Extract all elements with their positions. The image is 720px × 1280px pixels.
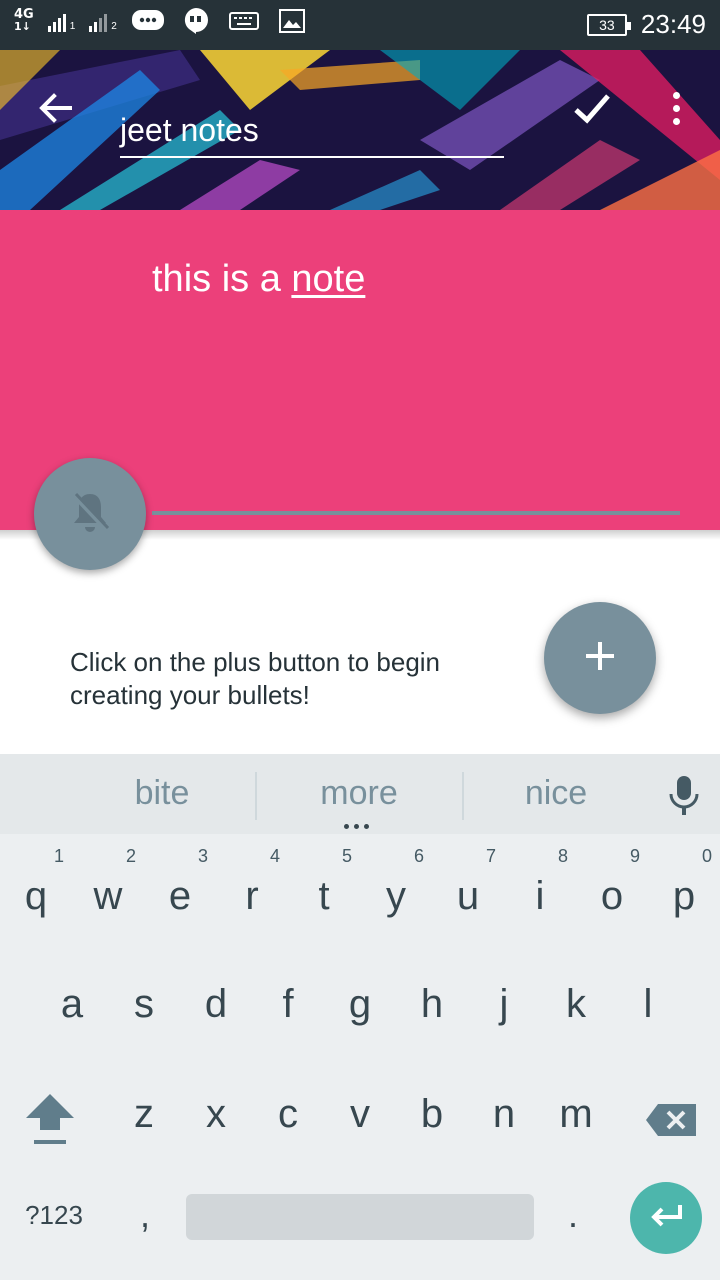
check-icon[interactable] xyxy=(570,86,614,130)
key-b[interactable]: b xyxy=(396,1062,468,1162)
note-text-plain: this is a xyxy=(152,258,292,300)
key-v[interactable]: v xyxy=(324,1062,396,1162)
key-s[interactable]: s xyxy=(108,952,180,1052)
status-right-icons: 33 23:49 xyxy=(586,9,706,40)
reminder-divider-line xyxy=(152,511,680,515)
shift-arrow-icon xyxy=(14,1094,86,1160)
signal-sim1-icon: 1 xyxy=(47,10,75,32)
status-clock: 23:49 xyxy=(640,9,706,39)
enter-arrow-icon xyxy=(646,1201,686,1236)
reminder-button[interactable] xyxy=(34,458,146,570)
key-h[interactable]: h xyxy=(396,952,468,1052)
key-m[interactable]: m xyxy=(540,1062,612,1162)
key-t[interactable]: 5t xyxy=(288,844,360,944)
key-y[interactable]: 6y xyxy=(360,844,432,944)
key-n[interactable]: n xyxy=(468,1062,540,1162)
comma-key[interactable]: , xyxy=(120,1194,170,1254)
more-suggestions-dots[interactable] xyxy=(344,824,369,829)
key-j[interactable]: j xyxy=(468,952,540,1052)
key-d[interactable]: d xyxy=(180,952,252,1052)
key-p[interactable]: 0p xyxy=(648,844,720,944)
enter-key[interactable] xyxy=(630,1182,702,1254)
key-k[interactable]: k xyxy=(540,952,612,1052)
key-q[interactable]: 1q xyxy=(0,844,72,944)
key-e[interactable]: 3e xyxy=(144,844,216,944)
key-c[interactable]: c xyxy=(252,1062,324,1162)
signal-sim2-icon: 2 xyxy=(89,10,117,32)
suggestion-divider xyxy=(462,772,464,820)
status-bar: 4G 1↓ 1 2 33 23:49 xyxy=(0,0,720,50)
image-icon xyxy=(275,8,309,34)
suggestion-1[interactable]: bite xyxy=(72,774,252,813)
key-x[interactable]: x xyxy=(180,1062,252,1162)
microphone-icon[interactable] xyxy=(662,774,706,818)
backspace-key[interactable] xyxy=(634,1084,706,1156)
notifications-off-icon xyxy=(70,490,110,539)
key-w[interactable]: 2w xyxy=(72,844,144,944)
battery-icon: 33 xyxy=(586,13,631,36)
shift-key[interactable] xyxy=(14,1084,86,1156)
suggestion-bar: bite more nice xyxy=(0,754,720,834)
soft-keyboard: bite more nice 1q 2w 3e 4r 5t 6y 7u 8i 9… xyxy=(0,754,720,1280)
note-title-input[interactable]: jeet notes xyxy=(120,108,504,158)
period-key[interactable]: . xyxy=(548,1194,598,1254)
more-vert-icon[interactable] xyxy=(660,86,692,130)
suggestion-divider xyxy=(255,772,257,820)
key-i[interactable]: 8i xyxy=(504,844,576,944)
key-o[interactable]: 9o xyxy=(576,844,648,944)
status-left-icons: 4G 1↓ 1 2 xyxy=(14,8,309,34)
key-g[interactable]: g xyxy=(324,952,396,1052)
hangouts-icon xyxy=(179,8,213,34)
key-u[interactable]: 7u xyxy=(432,844,504,944)
note-text[interactable]: this is a note xyxy=(152,258,365,301)
back-arrow-icon[interactable] xyxy=(34,86,78,130)
space-key[interactable] xyxy=(186,1194,534,1240)
chat-bubble-icon xyxy=(131,8,165,34)
suggestion-3[interactable]: nice xyxy=(466,774,646,813)
suggestion-2[interactable]: more xyxy=(269,774,449,813)
empty-state-message: Click on the plus button to begin creati… xyxy=(70,647,441,710)
key-f[interactable]: f xyxy=(252,952,324,1052)
network-type-indicator: 4G 1↓ xyxy=(14,7,34,33)
keyboard-icon xyxy=(227,8,261,34)
plus-icon xyxy=(583,639,617,678)
toolbar: jeet notes xyxy=(0,50,720,210)
key-r[interactable]: 4r xyxy=(216,844,288,944)
symbols-key[interactable]: ?123 xyxy=(14,1200,94,1240)
key-l[interactable]: l xyxy=(612,952,684,1052)
backspace-icon xyxy=(634,1104,706,1160)
add-bullet-button[interactable] xyxy=(544,602,656,714)
note-text-underlined-word: note xyxy=(291,258,366,300)
key-z[interactable]: z xyxy=(108,1062,180,1162)
key-a[interactable]: a xyxy=(36,952,108,1052)
